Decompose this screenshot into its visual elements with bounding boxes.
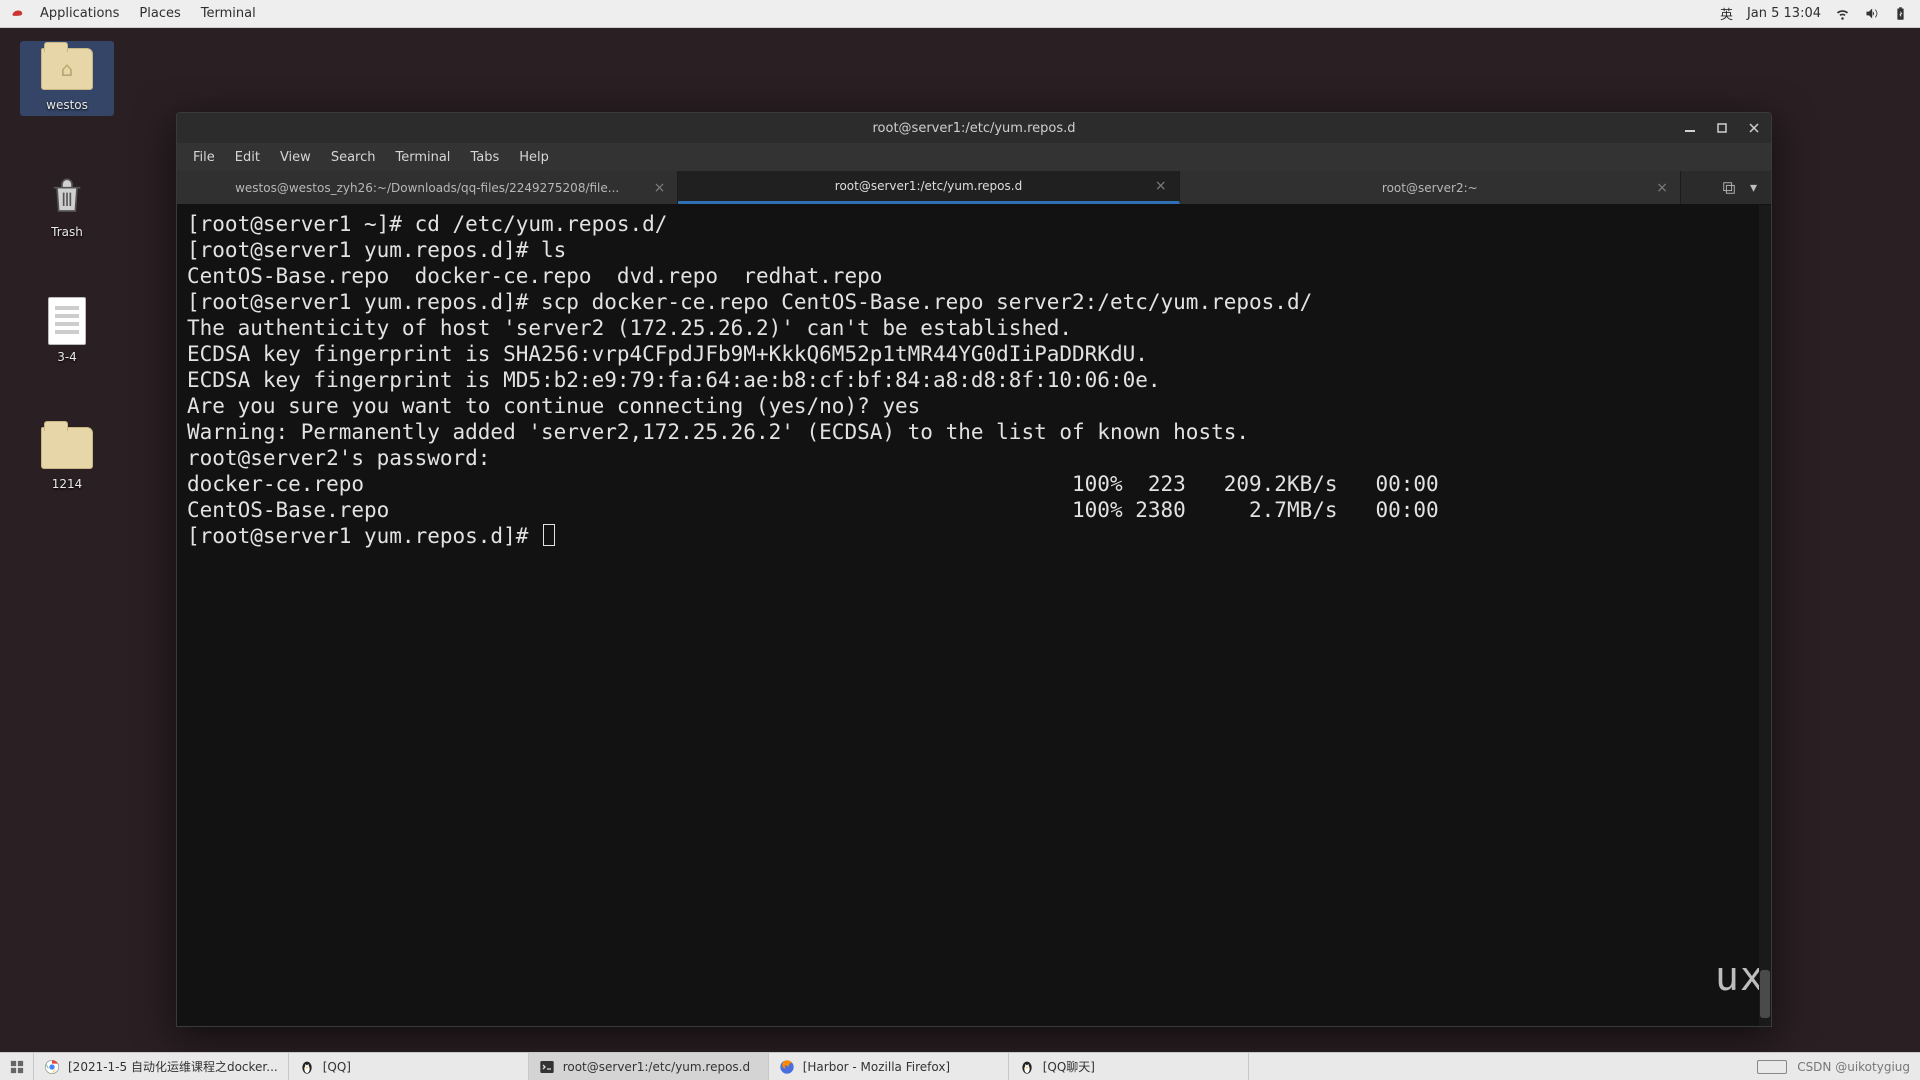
terminal-window: root@server1:/etc/yum.repos.d FileEditVi… xyxy=(176,112,1772,1027)
penguin-icon xyxy=(299,1059,315,1075)
clock[interactable]: Jan 5 13:04 xyxy=(1747,6,1821,21)
terminal-menu-search[interactable]: Search xyxy=(321,150,386,165)
terminal-tabbar: westos@westos_zyh26:~/Downloads/qq-files… xyxy=(177,171,1771,205)
desktop-icon-label: 3-4 xyxy=(20,349,114,368)
chrome-icon xyxy=(44,1059,60,1075)
new-tab-icon[interactable] xyxy=(1722,181,1736,195)
taskbar-task[interactable]: [QQ聊天] xyxy=(1009,1053,1249,1080)
taskbar-task-label: [Harbor - Mozilla Firefox] xyxy=(803,1060,998,1074)
terminal-menubar: FileEditViewSearchTerminalTabsHelp xyxy=(177,143,1771,171)
csdn-watermark: CSDN @uikotygiug xyxy=(1797,1060,1910,1074)
redhat-logo-icon xyxy=(10,7,24,21)
penguin-icon xyxy=(1019,1059,1035,1075)
wifi-icon[interactable] xyxy=(1835,6,1850,21)
close-button[interactable] xyxy=(1743,117,1765,139)
terminal-tab[interactable]: root@server1:/etc/yum.repos.d × xyxy=(678,171,1179,204)
taskbar-task[interactable]: [2021-1-5 自动化运维课程之docker... xyxy=(34,1053,289,1080)
battery-icon[interactable] xyxy=(1893,6,1908,21)
wallpaper-watermark: ux xyxy=(1715,964,1765,990)
terminal-icon xyxy=(539,1059,555,1075)
taskbar-task-label: [2021-1-5 自动化运维课程之docker... xyxy=(68,1058,278,1075)
desktop-icon-label: westos xyxy=(20,97,114,116)
tab-close-icon[interactable]: × xyxy=(1155,178,1167,194)
terminal-tab[interactable]: westos@westos_zyh26:~/Downloads/qq-files… xyxy=(177,171,678,204)
tab-menu-chevron-icon[interactable]: ▾ xyxy=(1750,180,1757,196)
desktop-icon-westos[interactable]: ⌂westos xyxy=(20,41,114,116)
tray-pill-icon[interactable] xyxy=(1757,1060,1787,1074)
terminal-menu-terminal[interactable]: Terminal xyxy=(385,150,460,165)
folder-home-icon: ⌂ xyxy=(20,41,114,97)
panel-menu-places[interactable]: Places xyxy=(129,6,190,21)
taskbar-task[interactable]: [Harbor - Mozilla Firefox] xyxy=(769,1053,1009,1080)
trash-icon xyxy=(20,168,114,224)
gnome-top-panel: Applications Places Terminal 英 Jan 5 13:… xyxy=(0,0,1920,28)
tab-close-icon[interactable]: × xyxy=(654,180,666,196)
folder-icon xyxy=(20,420,114,476)
terminal-menu-tabs[interactable]: Tabs xyxy=(460,150,509,165)
terminal-tab-label: root@server1:/etc/yum.repos.d xyxy=(835,179,1022,193)
window-title: root@server1:/etc/yum.repos.d xyxy=(872,121,1075,136)
taskbar-task[interactable]: root@server1:/etc/yum.repos.d xyxy=(529,1053,769,1080)
desktop-icon-label: 1214 xyxy=(20,476,114,495)
volume-icon[interactable] xyxy=(1864,6,1879,21)
firefox-icon xyxy=(779,1059,795,1075)
maximize-button[interactable] xyxy=(1711,117,1733,139)
desktop-icon-1214[interactable]: 1214 xyxy=(20,420,114,495)
desktop-icon-label: Trash xyxy=(20,224,114,243)
minimize-button[interactable] xyxy=(1679,117,1701,139)
terminal-menu-edit[interactable]: Edit xyxy=(225,150,270,165)
terminal-scrollbar[interactable] xyxy=(1759,205,1771,1026)
panel-menu-terminal[interactable]: Terminal xyxy=(191,6,266,21)
panel-menu-applications[interactable]: Applications xyxy=(30,6,129,21)
ime-indicator[interactable]: 英 xyxy=(1720,4,1733,23)
terminal-tab[interactable]: root@server2:~ × xyxy=(1180,171,1681,204)
terminal-menu-help[interactable]: Help xyxy=(509,150,559,165)
show-desktop-button[interactable] xyxy=(0,1053,34,1080)
file-icon xyxy=(20,293,114,349)
taskbar-task-label: [QQ聊天] xyxy=(1043,1058,1238,1075)
terminal-tab-label: westos@westos_zyh26:~/Downloads/qq-files… xyxy=(235,181,619,195)
desktop-icon-trash[interactable]: Trash xyxy=(20,168,114,243)
taskbar-task[interactable]: [QQ] xyxy=(289,1053,529,1080)
terminal-tab-label: root@server2:~ xyxy=(1382,181,1478,195)
terminal-cursor xyxy=(543,524,555,546)
terminal-menu-file[interactable]: File xyxy=(183,150,225,165)
terminal-menu-view[interactable]: View xyxy=(270,150,321,165)
window-titlebar[interactable]: root@server1:/etc/yum.repos.d xyxy=(177,113,1771,143)
taskbar-task-label: root@server1:/etc/yum.repos.d xyxy=(563,1060,758,1074)
tab-close-icon[interactable]: × xyxy=(1656,180,1668,196)
terminal-output[interactable]: [root@server1 ~]# cd /etc/yum.repos.d/ [… xyxy=(177,205,1771,1026)
desktop-icon-3-4[interactable]: 3-4 xyxy=(20,293,114,368)
taskbar-task-label: [QQ] xyxy=(323,1060,518,1074)
bottom-taskbar: [2021-1-5 自动化运维课程之docker... [QQ] root@serv… xyxy=(0,1052,1920,1080)
